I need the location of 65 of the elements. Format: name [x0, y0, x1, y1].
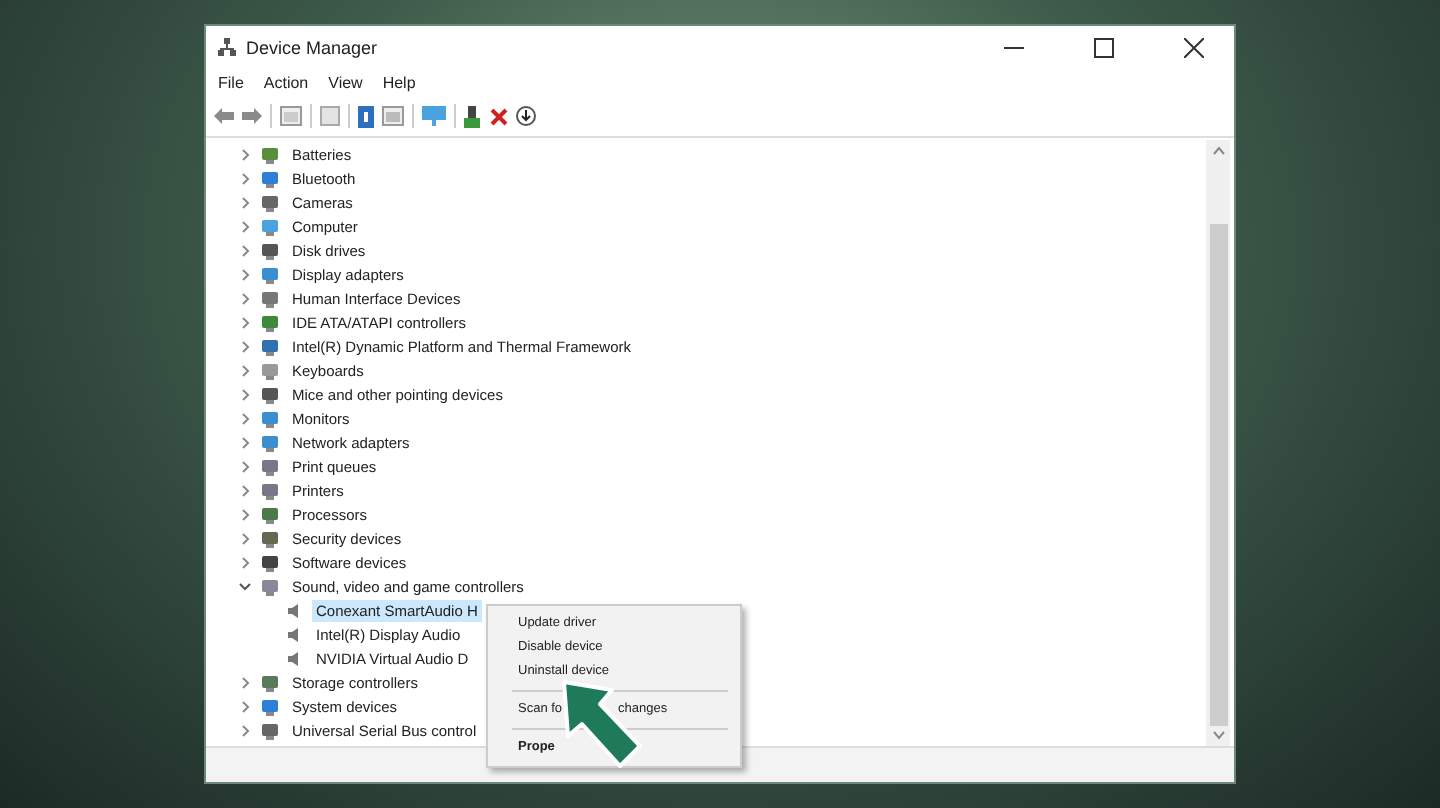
page-icon[interactable]: [320, 106, 340, 126]
back-arrow-icon[interactable]: [214, 108, 234, 124]
expand-chevron-icon[interactable]: [238, 243, 252, 257]
device-icon: [260, 577, 280, 595]
collapse-chevron-icon[interactable]: [238, 579, 252, 593]
expand-chevron-icon[interactable]: [238, 267, 252, 281]
menu-item[interactable]: Help: [382, 73, 416, 91]
window-title: Device Manager: [246, 37, 380, 57]
forward-arrow-icon[interactable]: [242, 108, 262, 124]
device-icon: [260, 361, 280, 379]
expand-chevron-icon[interactable]: [238, 483, 252, 497]
device-icon: [260, 505, 280, 523]
device-icon: [260, 481, 280, 499]
expand-chevron-icon[interactable]: [238, 507, 252, 521]
device-icon: [260, 337, 280, 355]
device-icon: [260, 553, 280, 571]
device-icon: [260, 697, 280, 715]
monitor-icon[interactable]: [422, 106, 446, 126]
device-icon: [260, 529, 280, 547]
device-manager-icon: [218, 37, 236, 57]
device-icon: [260, 145, 280, 163]
window-icon[interactable]: [382, 106, 404, 126]
expand-chevron-icon[interactable]: [238, 411, 252, 425]
device-icon: [260, 673, 280, 691]
menu-item[interactable]: View: [328, 73, 363, 91]
device-icon: [260, 457, 280, 475]
window-icon[interactable]: [280, 106, 302, 126]
device-icon: [260, 385, 280, 403]
expand-chevron-icon[interactable]: [238, 291, 252, 305]
device-icon: [260, 409, 280, 427]
close-icon: [1184, 37, 1204, 57]
expand-chevron-icon[interactable]: [238, 363, 252, 377]
expand-chevron-icon[interactable]: [238, 555, 252, 569]
expand-chevron-icon[interactable]: [238, 315, 252, 329]
expand-chevron-icon[interactable]: [238, 387, 252, 401]
maximize-icon: [1094, 37, 1114, 57]
device-icon: [260, 313, 280, 331]
expand-chevron-icon[interactable]: [238, 171, 252, 185]
device-icon: [260, 721, 280, 739]
expand-chevron-icon[interactable]: [238, 675, 252, 689]
menu-item[interactable]: Action: [263, 73, 309, 91]
expand-chevron-icon[interactable]: [238, 435, 252, 449]
device-icon: [260, 265, 280, 283]
expand-chevron-icon[interactable]: [238, 459, 252, 473]
device-icon: [260, 289, 280, 307]
menu-item[interactable]: File: [218, 73, 244, 91]
expand-chevron-icon[interactable]: [238, 147, 252, 161]
device-icon: [260, 193, 280, 211]
expand-chevron-icon[interactable]: [238, 195, 252, 209]
device-icon: [260, 433, 280, 451]
expand-chevron-icon[interactable]: [238, 699, 252, 713]
expand-chevron-icon[interactable]: [238, 219, 252, 233]
x-mark-icon[interactable]: [490, 107, 508, 125]
expand-chevron-icon[interactable]: [238, 723, 252, 737]
device-icon: [260, 217, 280, 235]
device-add-icon[interactable]: [464, 105, 482, 127]
scroll-up-icon[interactable]: [1211, 146, 1225, 156]
help-book-icon[interactable]: [358, 105, 374, 127]
expand-chevron-icon[interactable]: [238, 339, 252, 353]
device-icon: [260, 241, 280, 259]
expand-chevron-icon[interactable]: [238, 531, 252, 545]
scrollbar[interactable]: [1206, 140, 1230, 746]
download-circle-icon[interactable]: [516, 106, 536, 126]
device-icon: [260, 169, 280, 187]
scroll-down-icon[interactable]: [1211, 730, 1225, 740]
